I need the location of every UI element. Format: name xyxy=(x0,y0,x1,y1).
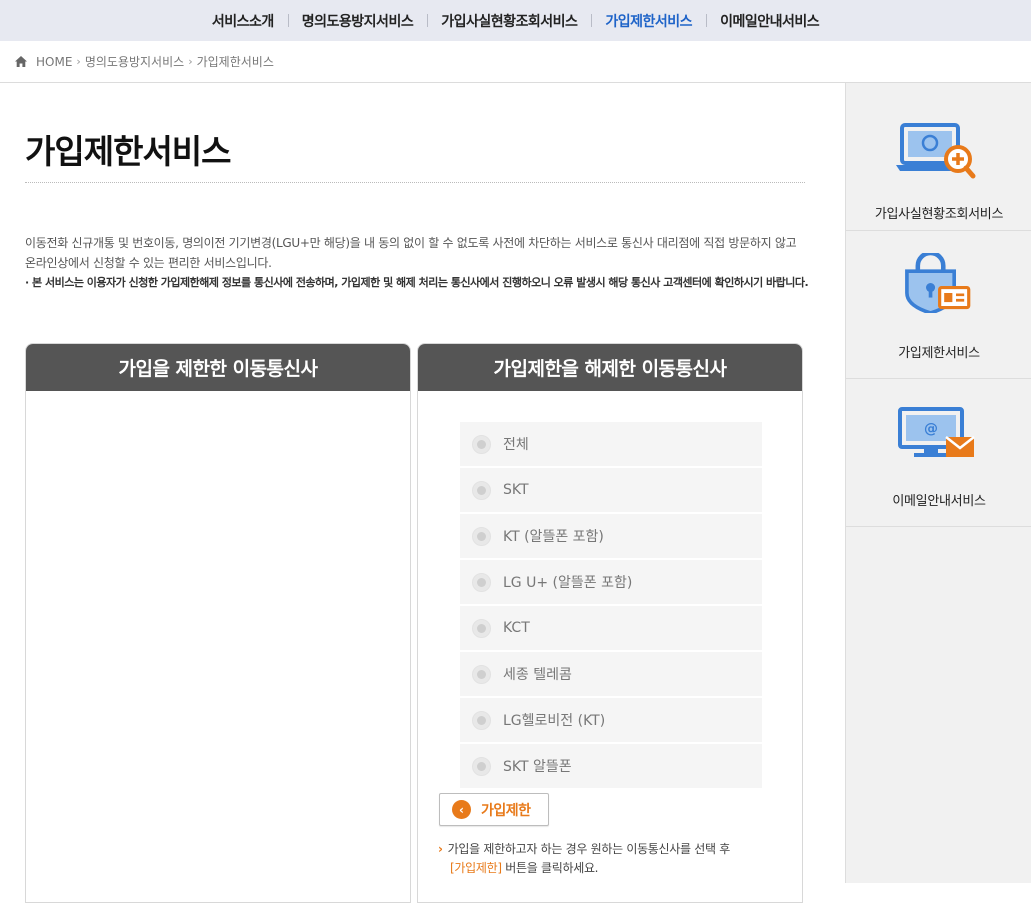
carrier-option-skt-mvno[interactable]: SKT 알뜰폰 xyxy=(460,744,762,788)
help-text: › 가입을 제한하고자 하는 경우 원하는 이동통신사를 선택 후 [가입제한] … xyxy=(438,840,788,878)
carrier-option-all[interactable]: 전체 xyxy=(460,422,762,466)
radio-button[interactable] xyxy=(472,756,491,776)
radio-button[interactable] xyxy=(472,572,491,592)
unrestricted-carriers-panel: 가입제한을 해제한 이동통신사 전체 SKT KT (알뜰폰 포함) LG U+… xyxy=(417,343,803,903)
carrier-list: 전체 SKT KT (알뜰폰 포함) LG U+ (알뜰폰 포함) KCT 세종… xyxy=(460,422,762,790)
carrier-option-kct[interactable]: KCT xyxy=(460,606,762,650)
carrier-option-lgu[interactable]: LG U+ (알뜰폰 포함) xyxy=(460,560,762,604)
radio-button[interactable] xyxy=(472,480,491,500)
carrier-option-kt[interactable]: KT (알뜰폰 포함) xyxy=(460,514,762,558)
sidebar-item-label: 이메일안내서비스 xyxy=(892,494,986,509)
unrestricted-carriers-title: 가입제한을 해제한 이동통신사 xyxy=(418,344,802,391)
lock-id-icon xyxy=(905,253,971,313)
restricted-carriers-panel: 가입을 제한한 이동통신사 xyxy=(25,343,411,903)
monitor-email-icon: @ xyxy=(898,407,975,457)
svg-text:@: @ xyxy=(924,421,938,437)
title-divider xyxy=(25,182,805,183)
restricted-carriers-title: 가입을 제한한 이동통신사 xyxy=(26,344,410,391)
nav-item-service-intro[interactable]: 서비스소개 xyxy=(198,11,288,31)
description-note: · 본 서비스는 이용자가 신청한 가입제한해제 정보를 통신사에 전송하며, … xyxy=(25,276,809,289)
carrier-label: 세종 텔레콤 xyxy=(503,667,572,683)
carrier-option-skt[interactable]: SKT xyxy=(460,468,762,512)
radio-button[interactable] xyxy=(472,526,491,546)
chevron-right-icon: › xyxy=(438,842,443,856)
radio-button[interactable] xyxy=(472,664,491,684)
carrier-label: SKT 알뜰폰 xyxy=(503,759,572,775)
carrier-label: LG U+ (알뜰폰 포함) xyxy=(503,575,633,591)
chevron-right-icon: › xyxy=(188,55,193,68)
carrier-label: KCT xyxy=(503,620,530,636)
top-navigation: 서비스소개 명의도용방지서비스 가입사실현황조회서비스 가입제한서비스 이메일안… xyxy=(0,0,1031,41)
chevron-right-icon: › xyxy=(76,55,81,68)
nav-item-subscription-restriction[interactable]: 가입제한서비스 xyxy=(591,11,706,31)
sidebar-item-subscription-restriction[interactable]: 가입제한서비스 xyxy=(846,231,1031,379)
quick-menu-sidebar: 가입사실현황조회서비스 가입제한서비스 @ 이메일안내서비스 xyxy=(845,83,1031,883)
carrier-label: 전체 xyxy=(503,437,529,453)
breadcrumb: HOME › 명의도용방지서비스 › 가입제한서비스 xyxy=(0,41,1031,83)
chevron-left-icon: ‹ xyxy=(452,800,471,819)
page-title: 가입제한서비스 xyxy=(25,132,232,171)
restrict-button[interactable]: ‹ 가입제한 xyxy=(439,793,549,826)
breadcrumb-home[interactable]: HOME xyxy=(36,55,72,69)
laptop-search-icon xyxy=(896,123,976,179)
carrier-option-lg-hellovision[interactable]: LG헬로비전 (KT) xyxy=(460,698,762,742)
help-text-suffix: 버튼을 클릭하세요. xyxy=(501,861,599,875)
sidebar-item-subscription-inquiry[interactable]: 가입사실현황조회서비스 xyxy=(846,83,1031,231)
nav-item-identity-theft[interactable]: 명의도용방지서비스 xyxy=(287,11,427,31)
nav-item-subscription-inquiry[interactable]: 가입사실현황조회서비스 xyxy=(427,11,591,31)
home-icon xyxy=(15,56,27,67)
sidebar-item-label: 가입제한서비스 xyxy=(898,346,980,361)
carrier-label: LG헬로비전 (KT) xyxy=(503,713,606,729)
service-description: 이동전화 신규개통 및 번호이동, 명의이전 기기변경(LGU+만 해당)을 내… xyxy=(25,233,810,293)
help-text-prefix: 가입을 제한하고자 하는 경우 원하는 이동통신사를 선택 후 xyxy=(447,842,731,856)
carrier-label: KT (알뜰폰 포함) xyxy=(503,529,604,545)
radio-button[interactable] xyxy=(472,618,491,638)
main-content: 가입제한서비스 이동전화 신규개통 및 번호이동, 명의이전 기기변경(LGU+… xyxy=(0,83,845,903)
sidebar-item-label: 가입사실현황조회서비스 xyxy=(874,207,1004,222)
description-text: 이동전화 신규개통 및 번호이동, 명의이전 기기변경(LGU+만 해당)을 내… xyxy=(25,236,797,270)
sidebar-item-email-notice[interactable]: @ 이메일안내서비스 xyxy=(846,379,1031,527)
radio-button[interactable] xyxy=(472,434,491,454)
carrier-option-sejong[interactable]: 세종 텔레콤 xyxy=(460,652,762,696)
restrict-button-label: 가입제한 xyxy=(481,802,531,819)
breadcrumb-current: 가입제한서비스 xyxy=(196,55,274,69)
carrier-label: SKT xyxy=(503,482,529,498)
radio-button[interactable] xyxy=(472,710,491,730)
help-text-highlight: [가입제한] xyxy=(450,861,502,875)
nav-item-email-notice[interactable]: 이메일안내서비스 xyxy=(706,11,833,31)
breadcrumb-identity-theft[interactable]: 명의도용방지서비스 xyxy=(85,53,184,70)
